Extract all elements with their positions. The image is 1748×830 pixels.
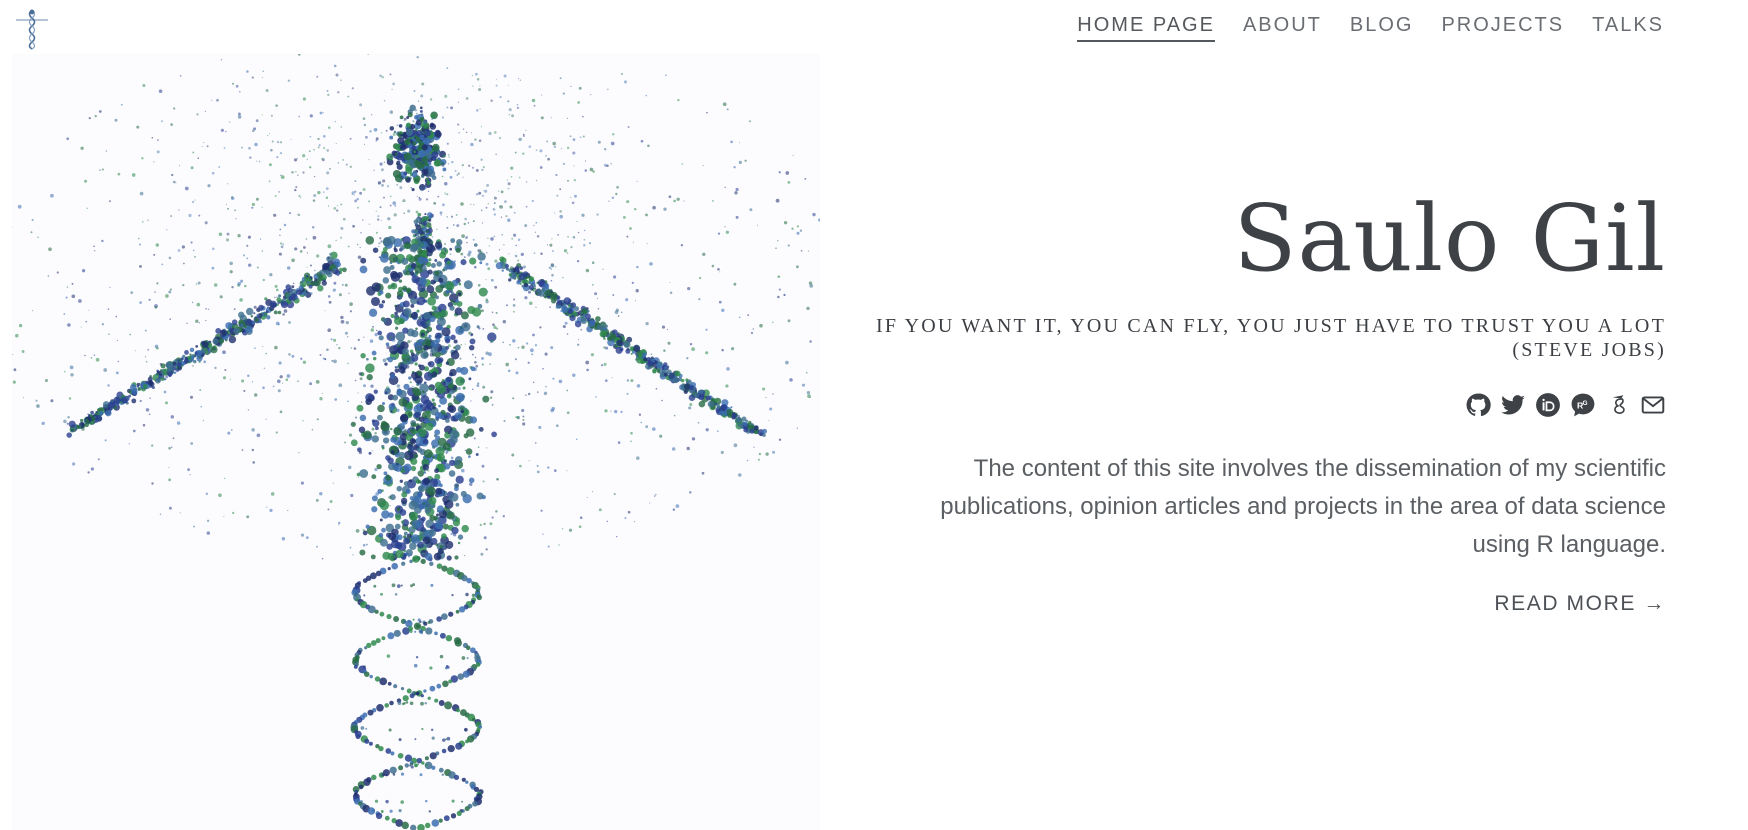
description-line-3: using R language. bbox=[1472, 531, 1666, 558]
dna-human-figure-illustration bbox=[12, 54, 820, 830]
main-nav: HOME PAGE ABOUT BLOG PROJECTS TALKS bbox=[1077, 14, 1664, 42]
nav-projects[interactable]: PROJECTS bbox=[1441, 14, 1564, 42]
hero-image bbox=[12, 54, 820, 830]
github-icon bbox=[1466, 393, 1491, 417]
page-title: Saulo Gil bbox=[1233, 185, 1666, 292]
subtitle-quote: IF YOU WANT IT, YOU CAN FLY, YOU JUST HA… bbox=[875, 315, 1666, 337]
subtitle-attribution: (STEVE JOBS) bbox=[1512, 339, 1666, 361]
description-line-1: The content of this site involves the di… bbox=[973, 455, 1666, 482]
hero-text: Saulo Gil IF YOU WANT IT, YOU CAN FLY, Y… bbox=[806, 186, 1666, 616]
researchgate-icon: R G bbox=[1571, 393, 1595, 417]
nav-talks[interactable]: TALKS bbox=[1592, 14, 1664, 42]
hero-subtitle: IF YOU WANT IT, YOU CAN FLY, YOU JUST HA… bbox=[806, 314, 1666, 362]
github-link[interactable] bbox=[1465, 392, 1491, 418]
dna-logo-icon bbox=[16, 9, 48, 50]
orcid-icon bbox=[1536, 393, 1560, 417]
google-scholar-link[interactable] bbox=[1605, 392, 1631, 418]
nav-blog[interactable]: BLOG bbox=[1350, 14, 1414, 42]
read-more-link[interactable]: READ MORE → bbox=[1494, 592, 1666, 616]
researchgate-link[interactable]: R G bbox=[1570, 392, 1596, 418]
description-line-2: publications, opinion articles and proje… bbox=[940, 493, 1666, 520]
twitter-icon bbox=[1501, 395, 1525, 415]
nav-about[interactable]: ABOUT bbox=[1243, 14, 1322, 42]
email-link[interactable] bbox=[1640, 392, 1666, 418]
nav-home-page[interactable]: HOME PAGE bbox=[1077, 14, 1215, 42]
orcid-link[interactable] bbox=[1535, 392, 1561, 418]
svg-text:G: G bbox=[1582, 400, 1587, 407]
twitter-link[interactable] bbox=[1500, 392, 1526, 418]
social-links: R G bbox=[806, 392, 1666, 418]
site-logo[interactable] bbox=[12, 6, 52, 50]
google-scholar-icon bbox=[1612, 395, 1625, 414]
site-description: The content of this site involves the di… bbox=[806, 450, 1666, 564]
email-icon bbox=[1641, 396, 1665, 414]
